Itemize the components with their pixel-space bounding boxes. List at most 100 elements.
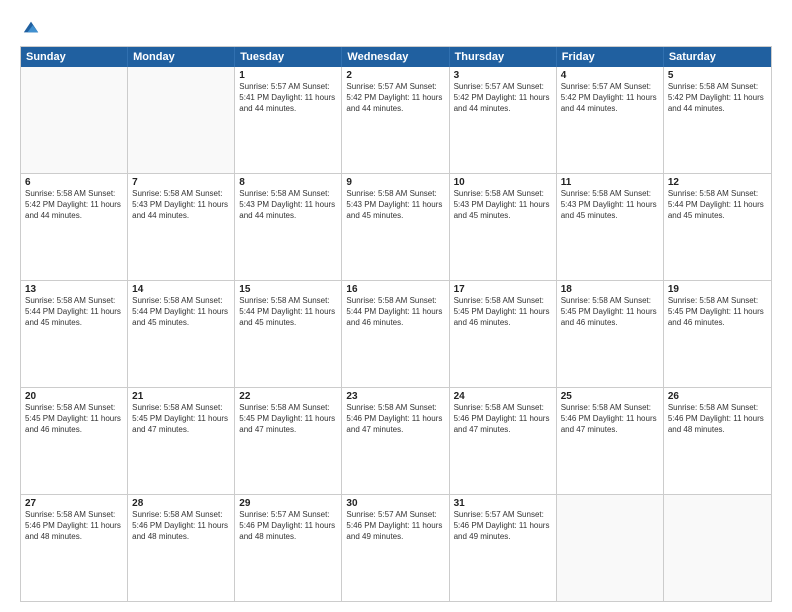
day-cell-16: 16Sunrise: 5:58 AM Sunset: 5:44 PM Dayli… [342, 281, 449, 387]
day-number: 4 [561, 70, 659, 81]
day-number: 3 [454, 70, 552, 81]
day-info: Sunrise: 5:58 AM Sunset: 5:45 PM Dayligh… [239, 403, 337, 435]
day-number: 20 [25, 391, 123, 402]
day-info: Sunrise: 5:58 AM Sunset: 5:44 PM Dayligh… [668, 189, 767, 221]
day-cell-20: 20Sunrise: 5:58 AM Sunset: 5:45 PM Dayli… [21, 388, 128, 494]
calendar: SundayMondayTuesdayWednesdayThursdayFrid… [20, 46, 772, 602]
day-cell-17: 17Sunrise: 5:58 AM Sunset: 5:45 PM Dayli… [450, 281, 557, 387]
calendar-body: 1Sunrise: 5:57 AM Sunset: 5:41 PM Daylig… [21, 67, 771, 601]
day-number: 19 [668, 284, 767, 295]
week-row-2: 6Sunrise: 5:58 AM Sunset: 5:42 PM Daylig… [21, 173, 771, 280]
day-cell-10: 10Sunrise: 5:58 AM Sunset: 5:43 PM Dayli… [450, 174, 557, 280]
day-cell-27: 27Sunrise: 5:58 AM Sunset: 5:46 PM Dayli… [21, 495, 128, 601]
day-info: Sunrise: 5:58 AM Sunset: 5:44 PM Dayligh… [239, 296, 337, 328]
empty-cell [21, 67, 128, 173]
day-info: Sunrise: 5:58 AM Sunset: 5:45 PM Dayligh… [561, 296, 659, 328]
day-info: Sunrise: 5:58 AM Sunset: 5:44 PM Dayligh… [346, 296, 444, 328]
day-number: 15 [239, 284, 337, 295]
day-number: 2 [346, 70, 444, 81]
day-info: Sunrise: 5:58 AM Sunset: 5:46 PM Dayligh… [132, 510, 230, 542]
day-number: 6 [25, 177, 123, 188]
day-cell-5: 5Sunrise: 5:58 AM Sunset: 5:42 PM Daylig… [664, 67, 771, 173]
logo-icon [22, 18, 40, 36]
day-info: Sunrise: 5:57 AM Sunset: 5:42 PM Dayligh… [346, 82, 444, 114]
week-row-5: 27Sunrise: 5:58 AM Sunset: 5:46 PM Dayli… [21, 494, 771, 601]
day-cell-6: 6Sunrise: 5:58 AM Sunset: 5:42 PM Daylig… [21, 174, 128, 280]
day-number: 24 [454, 391, 552, 402]
header-day-monday: Monday [128, 47, 235, 67]
header-day-thursday: Thursday [450, 47, 557, 67]
day-number: 31 [454, 498, 552, 509]
day-number: 21 [132, 391, 230, 402]
day-number: 7 [132, 177, 230, 188]
day-cell-1: 1Sunrise: 5:57 AM Sunset: 5:41 PM Daylig… [235, 67, 342, 173]
day-cell-15: 15Sunrise: 5:58 AM Sunset: 5:44 PM Dayli… [235, 281, 342, 387]
day-cell-26: 26Sunrise: 5:58 AM Sunset: 5:46 PM Dayli… [664, 388, 771, 494]
header-day-tuesday: Tuesday [235, 47, 342, 67]
calendar-header: SundayMondayTuesdayWednesdayThursdayFrid… [21, 47, 771, 67]
day-number: 23 [346, 391, 444, 402]
day-number: 28 [132, 498, 230, 509]
day-cell-9: 9Sunrise: 5:58 AM Sunset: 5:43 PM Daylig… [342, 174, 449, 280]
day-cell-23: 23Sunrise: 5:58 AM Sunset: 5:46 PM Dayli… [342, 388, 449, 494]
day-cell-7: 7Sunrise: 5:58 AM Sunset: 5:43 PM Daylig… [128, 174, 235, 280]
day-cell-30: 30Sunrise: 5:57 AM Sunset: 5:46 PM Dayli… [342, 495, 449, 601]
day-cell-14: 14Sunrise: 5:58 AM Sunset: 5:44 PM Dayli… [128, 281, 235, 387]
day-number: 9 [346, 177, 444, 188]
header-day-friday: Friday [557, 47, 664, 67]
day-info: Sunrise: 5:58 AM Sunset: 5:45 PM Dayligh… [454, 296, 552, 328]
day-cell-22: 22Sunrise: 5:58 AM Sunset: 5:45 PM Dayli… [235, 388, 342, 494]
day-number: 22 [239, 391, 337, 402]
header [20, 18, 772, 36]
day-cell-21: 21Sunrise: 5:58 AM Sunset: 5:45 PM Dayli… [128, 388, 235, 494]
day-info: Sunrise: 5:58 AM Sunset: 5:46 PM Dayligh… [454, 403, 552, 435]
day-number: 8 [239, 177, 337, 188]
empty-cell [664, 495, 771, 601]
day-cell-13: 13Sunrise: 5:58 AM Sunset: 5:44 PM Dayli… [21, 281, 128, 387]
week-row-4: 20Sunrise: 5:58 AM Sunset: 5:45 PM Dayli… [21, 387, 771, 494]
day-info: Sunrise: 5:58 AM Sunset: 5:46 PM Dayligh… [346, 403, 444, 435]
day-info: Sunrise: 5:58 AM Sunset: 5:44 PM Dayligh… [25, 296, 123, 328]
day-cell-18: 18Sunrise: 5:58 AM Sunset: 5:45 PM Dayli… [557, 281, 664, 387]
day-cell-19: 19Sunrise: 5:58 AM Sunset: 5:45 PM Dayli… [664, 281, 771, 387]
day-info: Sunrise: 5:58 AM Sunset: 5:43 PM Dayligh… [561, 189, 659, 221]
day-cell-4: 4Sunrise: 5:57 AM Sunset: 5:42 PM Daylig… [557, 67, 664, 173]
day-info: Sunrise: 5:57 AM Sunset: 5:46 PM Dayligh… [239, 510, 337, 542]
day-cell-8: 8Sunrise: 5:58 AM Sunset: 5:43 PM Daylig… [235, 174, 342, 280]
day-number: 14 [132, 284, 230, 295]
day-cell-11: 11Sunrise: 5:58 AM Sunset: 5:43 PM Dayli… [557, 174, 664, 280]
day-number: 1 [239, 70, 337, 81]
day-number: 18 [561, 284, 659, 295]
header-day-sunday: Sunday [21, 47, 128, 67]
day-cell-12: 12Sunrise: 5:58 AM Sunset: 5:44 PM Dayli… [664, 174, 771, 280]
day-info: Sunrise: 5:58 AM Sunset: 5:43 PM Dayligh… [454, 189, 552, 221]
header-day-wednesday: Wednesday [342, 47, 449, 67]
day-number: 16 [346, 284, 444, 295]
day-number: 13 [25, 284, 123, 295]
day-number: 5 [668, 70, 767, 81]
empty-cell [128, 67, 235, 173]
week-row-1: 1Sunrise: 5:57 AM Sunset: 5:41 PM Daylig… [21, 67, 771, 173]
day-info: Sunrise: 5:57 AM Sunset: 5:41 PM Dayligh… [239, 82, 337, 114]
day-number: 26 [668, 391, 767, 402]
day-number: 30 [346, 498, 444, 509]
day-number: 10 [454, 177, 552, 188]
header-day-saturday: Saturday [664, 47, 771, 67]
day-number: 11 [561, 177, 659, 188]
day-info: Sunrise: 5:58 AM Sunset: 5:44 PM Dayligh… [132, 296, 230, 328]
day-info: Sunrise: 5:58 AM Sunset: 5:43 PM Dayligh… [346, 189, 444, 221]
day-info: Sunrise: 5:58 AM Sunset: 5:43 PM Dayligh… [239, 189, 337, 221]
day-number: 29 [239, 498, 337, 509]
day-info: Sunrise: 5:57 AM Sunset: 5:42 PM Dayligh… [454, 82, 552, 114]
day-cell-31: 31Sunrise: 5:57 AM Sunset: 5:46 PM Dayli… [450, 495, 557, 601]
day-number: 17 [454, 284, 552, 295]
empty-cell [557, 495, 664, 601]
day-number: 12 [668, 177, 767, 188]
day-info: Sunrise: 5:58 AM Sunset: 5:45 PM Dayligh… [668, 296, 767, 328]
day-cell-29: 29Sunrise: 5:57 AM Sunset: 5:46 PM Dayli… [235, 495, 342, 601]
day-info: Sunrise: 5:58 AM Sunset: 5:45 PM Dayligh… [25, 403, 123, 435]
day-info: Sunrise: 5:58 AM Sunset: 5:42 PM Dayligh… [25, 189, 123, 221]
day-cell-2: 2Sunrise: 5:57 AM Sunset: 5:42 PM Daylig… [342, 67, 449, 173]
day-info: Sunrise: 5:58 AM Sunset: 5:42 PM Dayligh… [668, 82, 767, 114]
page: SundayMondayTuesdayWednesdayThursdayFrid… [0, 0, 792, 612]
